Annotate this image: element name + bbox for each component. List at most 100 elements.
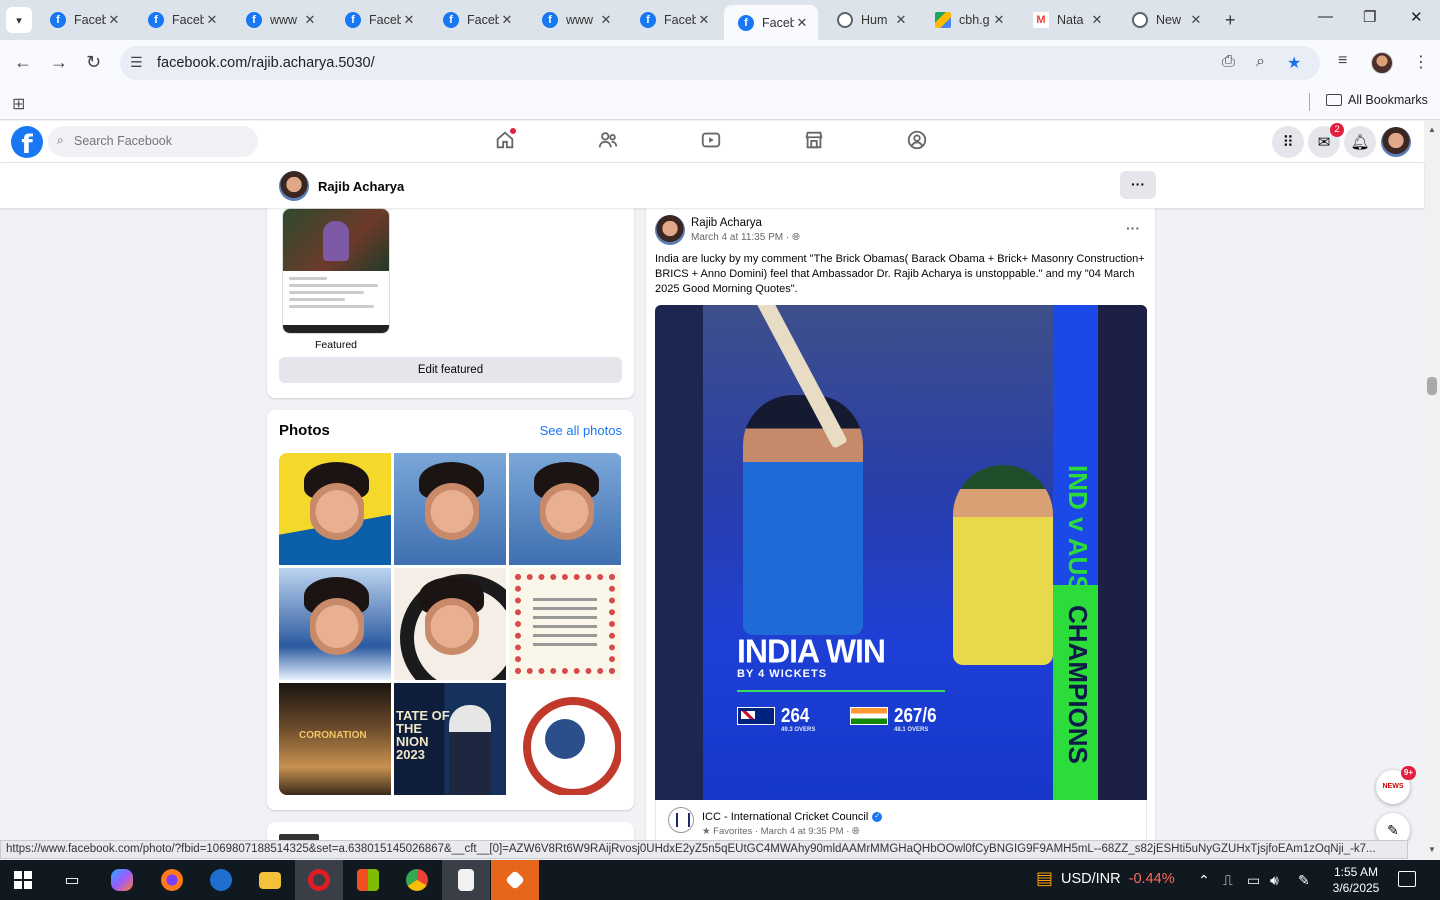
post-timestamp[interactable]: March 4 at 11:35 PM · 🌐︎ [691,232,800,243]
notification-center-icon[interactable] [1398,871,1416,887]
coronation-photo[interactable]: CORONATION [279,683,391,795]
windows-start-icon[interactable] [14,871,32,889]
menu-button[interactable]: ⠿ [1272,126,1304,158]
currency-ticker[interactable]: ▤ USD/INR -0.44% [1036,868,1175,889]
profile-avatar-small[interactable] [279,171,309,201]
nav-video[interactable] [700,129,726,155]
news-widget-button[interactable]: NEWS 9+ [1376,766,1416,804]
covid-vaccine-frame-photo[interactable] [394,568,506,680]
stay-alert-frame-photo[interactable] [279,453,391,565]
store-app[interactable] [344,860,392,900]
search-input[interactable] [74,132,249,150]
close-icon[interactable]: ✕ [991,12,1007,28]
clock[interactable]: 1:55 AM 3/6/2025 [1330,864,1382,896]
close-icon[interactable]: ✕ [794,15,810,31]
close-icon[interactable]: ✕ [401,12,417,28]
scroll-down-icon[interactable]: ▼ [1428,845,1436,854]
facebook-search[interactable]: ⌕ [48,126,258,157]
see-all-photos-link[interactable]: See all photos [540,423,622,438]
opera-app[interactable] [295,860,343,900]
browser-tab[interactable]: cbh.g ✕ [921,6,1015,34]
post-author-avatar[interactable] [655,215,685,245]
chrome-app[interactable] [393,860,441,900]
close-icon[interactable]: ✕ [106,12,122,28]
messenger-button[interactable]: ✉ 2 [1308,123,1344,158]
nav-groups[interactable] [906,129,932,155]
reload-icon[interactable]: ↻ [86,52,101,73]
browser-tab[interactable]: f Faceb ✕ [134,6,228,34]
certificate-photo[interactable] [509,568,621,680]
page-scrollbar[interactable]: ▲ ▼ [1424,121,1440,858]
close-icon[interactable]: ✕ [302,12,318,28]
install-app-icon[interactable]: ⎙ [1222,53,1235,71]
scroll-up-icon[interactable]: ▲ [1428,125,1436,134]
more-options-button[interactable]: ··· [1120,171,1156,199]
edit-featured-button[interactable]: Edit featured [279,357,622,383]
back-arrow-icon[interactable]: ← [14,52,32,73]
nav-marketplace[interactable] [803,129,829,155]
network-icon[interactable]: ▭ [1247,872,1260,889]
post-image[interactable]: INDIA WIN BY 4 WICKETS 264 49.3 OVERS 26… [655,305,1147,800]
new-tab-plus-icon[interactable]: + [1225,10,1236,31]
notifications-button[interactable]: 🔔︎ [1344,126,1376,158]
icc-logo-icon[interactable] [668,807,694,833]
facebook-logo-icon[interactable]: f [11,126,43,158]
state-of-union-photo[interactable]: TATE OF THE NION 2023 [394,683,506,795]
post-options-button[interactable]: ··· [1126,220,1140,236]
profile-name[interactable]: Rajib Acharya [318,179,404,194]
browser-tab[interactable]: f Faceb ✕ [36,6,130,34]
forward-arrow-icon[interactable]: → [50,52,68,73]
browser-tab[interactable]: f Faceb ✕ [429,6,523,34]
browser-tab[interactable]: f www ✕ [528,6,622,34]
profile-avatar[interactable] [1371,52,1393,74]
url-text[interactable]: facebook.com/rajib.acharya.5030/ [157,55,375,71]
close-icon[interactable]: ✕ [1188,12,1204,28]
copilot-app[interactable] [98,860,146,900]
media-control-icon[interactable]: ≡ [1338,52,1347,70]
close-icon[interactable]: ✕ [1089,12,1105,28]
bookmark-star-icon[interactable]: ★ [1287,53,1301,73]
notepad-app[interactable] [442,860,490,900]
scrollbar-thumb[interactable] [1427,377,1437,395]
restore-icon[interactable]: ❐ [1363,8,1376,26]
pen-app[interactable] [491,860,539,900]
close-icon[interactable]: ✕ [598,12,614,28]
close-icon[interactable]: ✕ [893,12,909,28]
file-explorer-app[interactable] [246,860,294,900]
sparkle-portrait-photo[interactable] [279,568,391,680]
browser-tab-active[interactable]: f Faceb ✕ [724,5,818,40]
close-icon[interactable]: ✕ [696,12,712,28]
meet-icon[interactable]: ⎍ [1223,872,1233,889]
featured-thumbnail[interactable] [282,208,390,334]
nav-friends[interactable] [597,129,623,155]
browser-tab[interactable]: New ✕ [1118,6,1212,34]
apps-grid-icon[interactable]: ⊞ [12,94,25,114]
minimize-icon[interactable]: — [1318,8,1333,25]
close-icon[interactable]: ✕ [499,12,515,28]
all-bookmarks-button[interactable]: All Bookmarks [1326,93,1428,107]
post-author[interactable]: Rajib Acharya [691,217,762,229]
site-settings-icon[interactable]: ☰ [130,54,143,71]
volume-icon[interactable]: 🔊︎ [1270,872,1279,889]
profile-portrait-photo[interactable] [394,453,506,565]
browser-tab[interactable]: f Faceb ✕ [626,6,720,34]
king-charles-coronation-emblem-photo[interactable] [509,683,621,795]
browser-tab[interactable]: f Faceb ✕ [331,6,425,34]
pen-menu-icon[interactable]: ✎ [1298,872,1310,889]
task-view-button[interactable]: ▭ [48,860,96,900]
window-close-icon[interactable]: ✕ [1410,8,1423,26]
firefox-app[interactable] [148,860,196,900]
browser-tab[interactable]: M Nata ✕ [1019,6,1113,34]
browser-tab[interactable]: Hum ✕ [823,6,917,34]
monitor-app[interactable] [197,860,245,900]
browser-tab[interactable]: f www ✕ [232,6,326,34]
profile-portrait-photo[interactable] [509,453,621,565]
shared-source-name[interactable]: ICC - International Cricket Council ✓ [702,811,883,823]
zoom-icon[interactable]: ⌕ [1256,53,1265,71]
nav-home[interactable] [494,128,520,155]
address-bar[interactable]: ☰ facebook.com/rajib.acharya.5030/ ⎙ ⌕ ★ [120,46,1320,80]
menu-dots-icon[interactable]: ⋮ [1413,52,1429,72]
account-avatar[interactable] [1381,127,1411,157]
chevron-up-icon[interactable]: ⌃ [1198,872,1210,889]
close-icon[interactable]: ✕ [204,12,220,28]
